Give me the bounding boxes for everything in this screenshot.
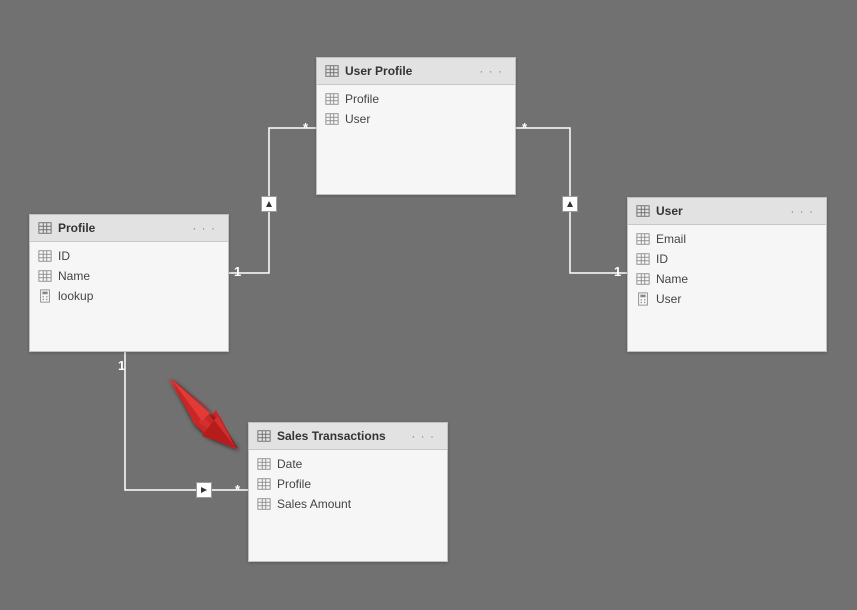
table-field-row[interactable]: ID xyxy=(628,249,826,269)
annotation-arrow-icon xyxy=(158,378,258,458)
column-icon xyxy=(257,497,271,511)
table-body: Profile User xyxy=(317,85,515,145)
table-card-userprofile[interactable]: User Profile · · · Profile User xyxy=(316,57,516,195)
table-field-row[interactable]: Date xyxy=(249,454,447,474)
table-menu-button[interactable]: · · · xyxy=(475,64,507,78)
table-icon xyxy=(38,221,52,235)
table-field-row[interactable]: User xyxy=(628,289,826,309)
filter-direction-badge xyxy=(261,196,277,212)
field-label: Name xyxy=(58,269,90,283)
column-icon xyxy=(325,112,339,126)
table-icon xyxy=(636,204,650,218)
table-card-user[interactable]: User · · · Email ID Name User xyxy=(627,197,827,352)
column-icon xyxy=(636,232,650,246)
table-card-sales[interactable]: Sales Transactions · · · Date Profile Sa… xyxy=(248,422,448,562)
table-field-row[interactable]: Sales Amount xyxy=(249,494,447,514)
field-label: User xyxy=(656,292,681,306)
table-field-row[interactable]: Email xyxy=(628,229,826,249)
field-label: User xyxy=(345,112,370,126)
column-icon xyxy=(257,457,271,471)
field-label: Name xyxy=(656,272,688,286)
cardinality-label: 1 xyxy=(234,264,241,279)
field-label: Sales Amount xyxy=(277,497,351,511)
table-field-row[interactable]: Profile xyxy=(249,474,447,494)
table-body: ID Name lookup xyxy=(30,242,228,310)
column-icon xyxy=(636,272,650,286)
table-card-profile[interactable]: Profile · · · ID Name lookup xyxy=(29,214,229,352)
annotation-arrow-icon xyxy=(158,378,258,458)
table-title: User xyxy=(656,204,780,218)
field-label: Date xyxy=(277,457,302,471)
field-label: Profile xyxy=(345,92,379,106)
table-field-row[interactable]: User xyxy=(317,109,515,129)
table-header[interactable]: User Profile · · · xyxy=(317,58,515,85)
calculator-icon xyxy=(636,292,650,306)
table-menu-button[interactable]: · · · xyxy=(407,429,439,443)
field-label: Email xyxy=(656,232,686,246)
table-field-row[interactable]: ID xyxy=(30,246,228,266)
table-header[interactable]: Profile · · · xyxy=(30,215,228,242)
column-icon xyxy=(257,477,271,491)
table-field-row[interactable]: Profile xyxy=(317,89,515,109)
column-icon xyxy=(38,269,52,283)
table-field-row[interactable]: Name xyxy=(628,269,826,289)
table-title: User Profile xyxy=(345,64,469,78)
table-body: Date Profile Sales Amount xyxy=(249,450,447,518)
filter-direction-badge xyxy=(562,196,578,212)
table-title: Sales Transactions xyxy=(277,429,401,443)
table-menu-button[interactable]: · · · xyxy=(188,221,220,235)
cardinality-label: * xyxy=(235,482,240,497)
column-icon xyxy=(636,252,650,266)
column-icon xyxy=(325,92,339,106)
table-body: Email ID Name User xyxy=(628,225,826,313)
table-menu-button[interactable]: · · · xyxy=(786,204,818,218)
table-header[interactable]: Sales Transactions · · · xyxy=(249,423,447,450)
field-label: Profile xyxy=(277,477,311,491)
cardinality-label: * xyxy=(522,120,527,135)
calculator-icon xyxy=(38,289,52,303)
field-label: ID xyxy=(656,252,668,266)
table-header[interactable]: User · · · xyxy=(628,198,826,225)
cardinality-label: 1 xyxy=(118,358,125,373)
field-label: ID xyxy=(58,249,70,263)
table-title: Profile xyxy=(58,221,182,235)
table-field-row[interactable]: Name xyxy=(30,266,228,286)
cardinality-label: * xyxy=(303,120,308,135)
table-field-row[interactable]: lookup xyxy=(30,286,228,306)
table-icon xyxy=(325,64,339,78)
column-icon xyxy=(38,249,52,263)
table-icon xyxy=(257,429,271,443)
field-label: lookup xyxy=(58,289,93,303)
filter-direction-badge xyxy=(196,482,212,498)
cardinality-label: 1 xyxy=(614,264,621,279)
